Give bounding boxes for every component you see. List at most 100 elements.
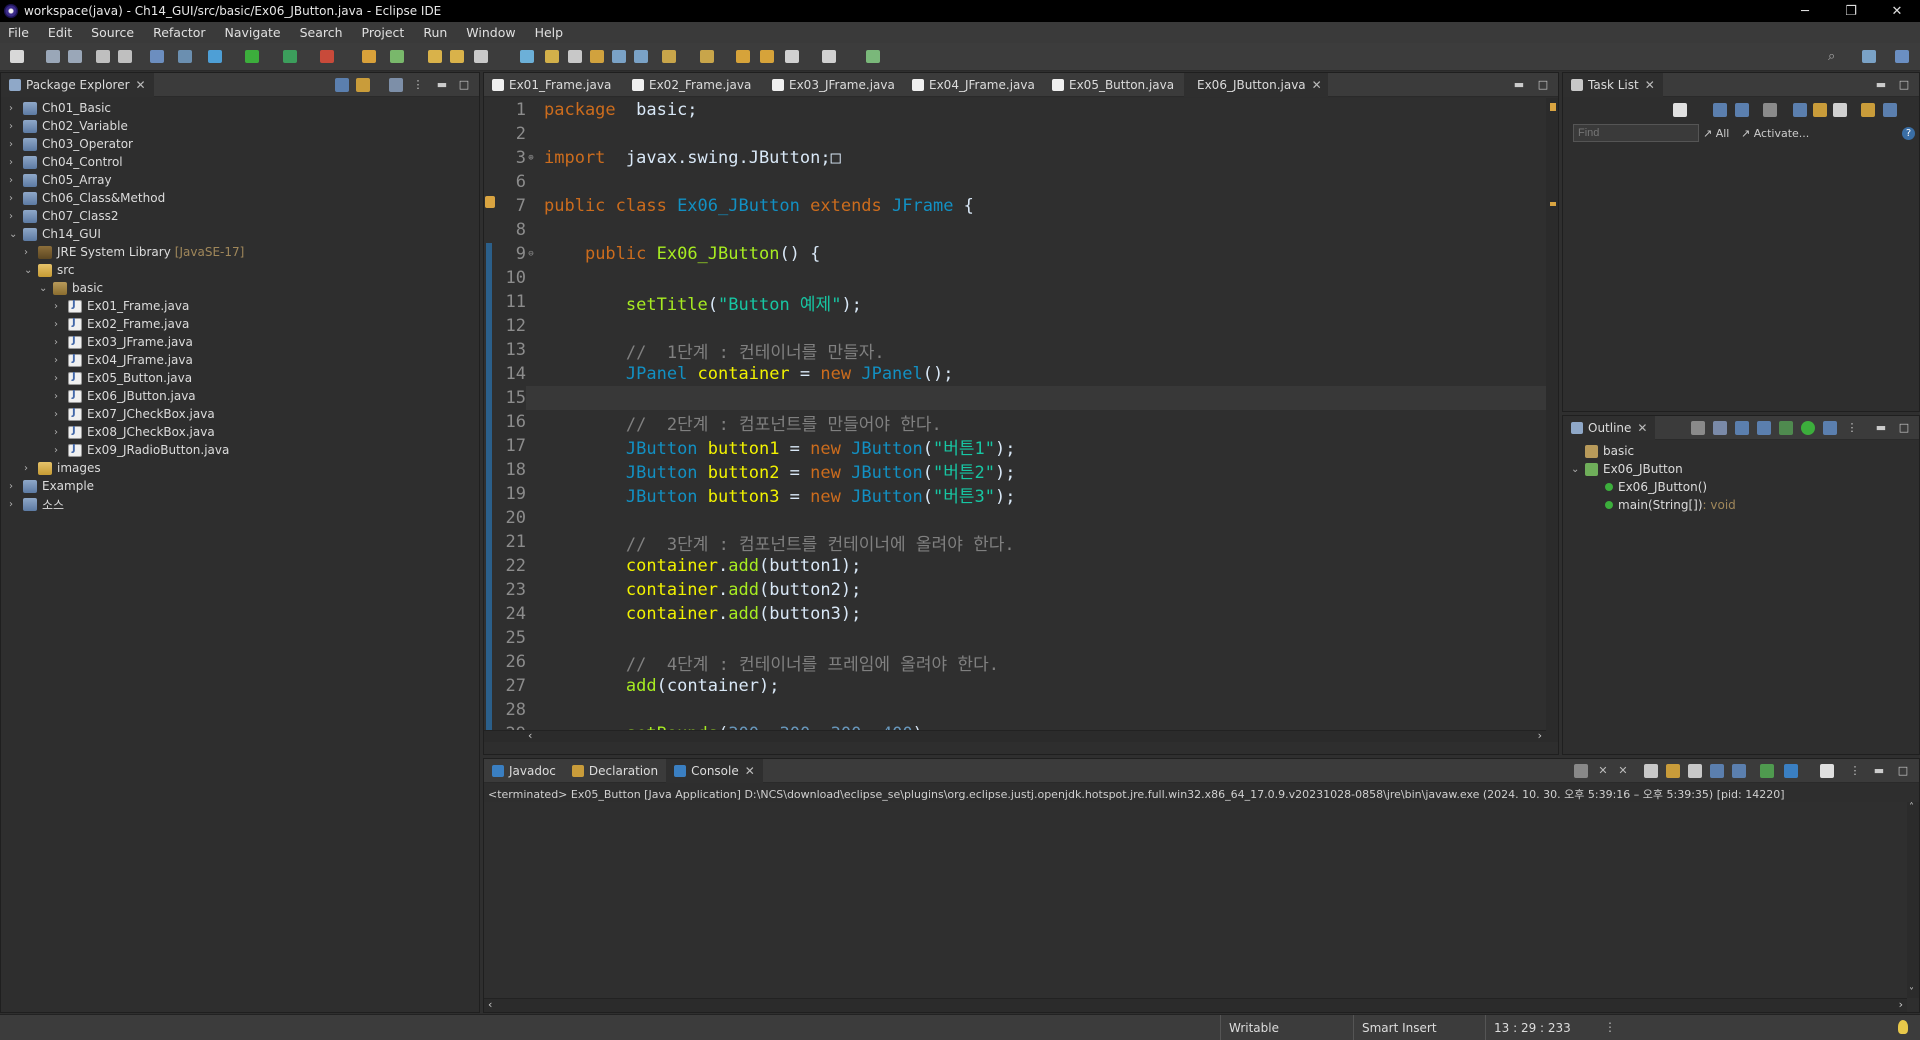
code-line[interactable]: 15 [494,386,544,410]
chevron-right-icon[interactable]: › [9,121,19,132]
code-line[interactable]: 21 // 3단계 : 컴포넌트를 컨테이너에 올려야 한다. [494,530,1015,555]
chevron-down-icon[interactable]: ⌄ [9,229,19,240]
scroll-right-icon[interactable]: › [1538,729,1542,742]
chevron-right-icon[interactable]: › [54,427,64,438]
focus-active-task-icon[interactable] [1691,421,1705,435]
maximize-view-icon[interactable]: □ [1896,764,1910,778]
sort-icon[interactable] [1813,103,1827,117]
hide-local-types-icon[interactable] [1823,421,1837,435]
close-icon[interactable]: ✕ [1645,78,1655,92]
code-line[interactable]: 26 // 4단계 : 컨테이너를 프레임에 올려야 한다. [494,650,999,675]
menu-run[interactable]: Run [423,25,447,40]
open-console-icon[interactable] [1784,764,1798,778]
chevron-right-icon[interactable]: › [54,373,64,384]
code-line[interactable]: 17 JButton button1 = new JButton("버튼1"); [494,434,1016,459]
menu-file[interactable]: File [8,25,29,40]
chevron-right-icon[interactable]: › [9,193,19,204]
chevron-right-icon[interactable]: › [54,301,64,312]
chevron-right-icon[interactable]: › [9,175,19,186]
next-edit-icon[interactable] [760,50,774,63]
maximize-view-icon[interactable]: □ [1897,421,1911,435]
pin-console-icon[interactable] [1732,764,1746,778]
hide-completed-icon[interactable] [1793,103,1807,117]
code-line[interactable]: 2 [494,122,544,146]
word-wrap-icon[interactable] [590,50,604,63]
minimize-view-icon[interactable]: ▬ [1872,764,1886,778]
run-icon[interactable] [245,50,259,63]
next-annotation-icon[interactable] [662,50,676,63]
task-find-input[interactable] [1573,124,1699,142]
skip-breakpoints-icon[interactable] [178,50,192,63]
chevron-right-icon[interactable]: › [54,337,64,348]
tree-item[interactable]: › Ex08_JCheckBox.java [54,423,215,441]
fold-toggle-icon[interactable]: ⊕ [526,153,536,163]
sync-icon[interactable] [1861,103,1875,117]
categorized-icon[interactable] [1713,103,1727,117]
code-line[interactable]: 27 add(container); [494,674,780,698]
activate-link[interactable]: ↗ Activate... [1741,127,1809,140]
maximize-editor-icon[interactable]: □ [1536,78,1550,92]
tree-item[interactable]: › Ex07_JCheckBox.java [54,405,215,423]
new-class-icon[interactable] [390,50,404,63]
back-icon[interactable] [785,50,799,63]
tab-outline[interactable]: Outline ✕ [1563,415,1656,440]
new-java-project-icon[interactable] [362,50,376,63]
show-whitespace-icon[interactable] [612,50,626,63]
filter-icon[interactable] [389,78,403,92]
toggle-mark-occurrences-icon[interactable] [520,50,534,63]
code-line[interactable]: 24 container.add(button3); [494,602,862,626]
menu-help[interactable]: Help [535,25,564,40]
close-icon[interactable]: ✕ [745,764,755,778]
tree-item[interactable]: › Ch04_Control [9,153,123,171]
menu-search[interactable]: Search [300,25,343,40]
editor-tab[interactable]: Ex03_JFrame.java [764,73,904,97]
console-horizontal-scrollbar[interactable]: ‹ › [484,998,1907,1012]
code-line[interactable]: 22 container.add(button1); [494,554,862,578]
scroll-up-icon[interactable]: ˄ [1909,802,1914,813]
tab-package-explorer[interactable]: Package Explorer ✕ [1,72,154,97]
help-icon[interactable]: ? [1902,127,1915,140]
tree-item[interactable]: › 소스 [9,495,64,513]
remove-all-icon[interactable]: ✕ [1616,764,1630,778]
tab-javadoc[interactable]: Javadoc [484,759,564,783]
hide-fields-icon[interactable] [1757,421,1771,435]
outline-item[interactable]: ⌄ Ex06_JButton [1571,460,1683,478]
tree-item[interactable]: ⌄ src [24,261,75,279]
fold-toggle-icon[interactable]: ⊖ [526,249,536,259]
tree-item[interactable]: › Ch02_Variable [9,117,128,135]
close-icon[interactable]: ✕ [1312,78,1322,92]
tree-item[interactable]: › images [24,459,101,477]
tree-item[interactable]: › Ch01_Basic [9,99,111,117]
hide-static-icon[interactable] [1779,421,1793,435]
tree-item[interactable]: ⌄ basic [39,279,103,297]
code-line[interactable]: 19 JButton button3 = new JButton("버튼3"); [494,482,1016,507]
focus-icon[interactable] [1763,103,1777,117]
view-menu-icon[interactable]: ⋮ [1845,421,1859,435]
tab-declaration[interactable]: Declaration [564,759,666,783]
editor-horizontal-scrollbar[interactable]: ‹ › [484,729,1546,742]
code-line[interactable]: 1 package basic; [494,98,698,122]
minimize-button[interactable]: ─ [1782,0,1828,22]
clear-console-icon[interactable] [1574,764,1588,778]
coverage-icon[interactable] [283,50,297,63]
code-line[interactable]: 16 // 2단계 : 컴포넌트를 만들어야 한다. [494,410,942,435]
outline-item[interactable]: main(String[]) : void [1591,496,1736,514]
menu-edit[interactable]: Edit [48,25,72,40]
code-line[interactable]: 23 container.add(button2); [494,578,862,602]
open-perspective-icon[interactable] [1862,50,1876,63]
tree-item[interactable]: ⌄ Ch14_GUI [9,225,101,243]
chevron-right-icon[interactable]: › [24,463,34,474]
minimize-editor-icon[interactable]: ▬ [1512,78,1526,92]
task-options-icon[interactable] [1883,103,1897,117]
code-line[interactable]: 14 JPanel container = new JPanel(); [494,362,954,386]
editor-tab[interactable]: Ex02_Frame.java [624,73,764,97]
editor-tab[interactable]: Ex05_Button.java [1044,73,1184,97]
code-editor[interactable]: 1 package basic; 2 3 ⊕ import javax.swing.JBu… [484,98,1558,742]
close-button[interactable]: ✕ [1874,0,1920,22]
java-perspective-icon[interactable] [1895,50,1909,63]
terminate-icon[interactable]: ✕ [1596,764,1610,778]
scroll-left-icon[interactable]: ‹ [528,729,532,742]
undo-icon[interactable] [96,50,110,63]
sort-icon[interactable] [1735,421,1749,435]
chevron-down-icon[interactable]: ⌄ [39,283,49,294]
